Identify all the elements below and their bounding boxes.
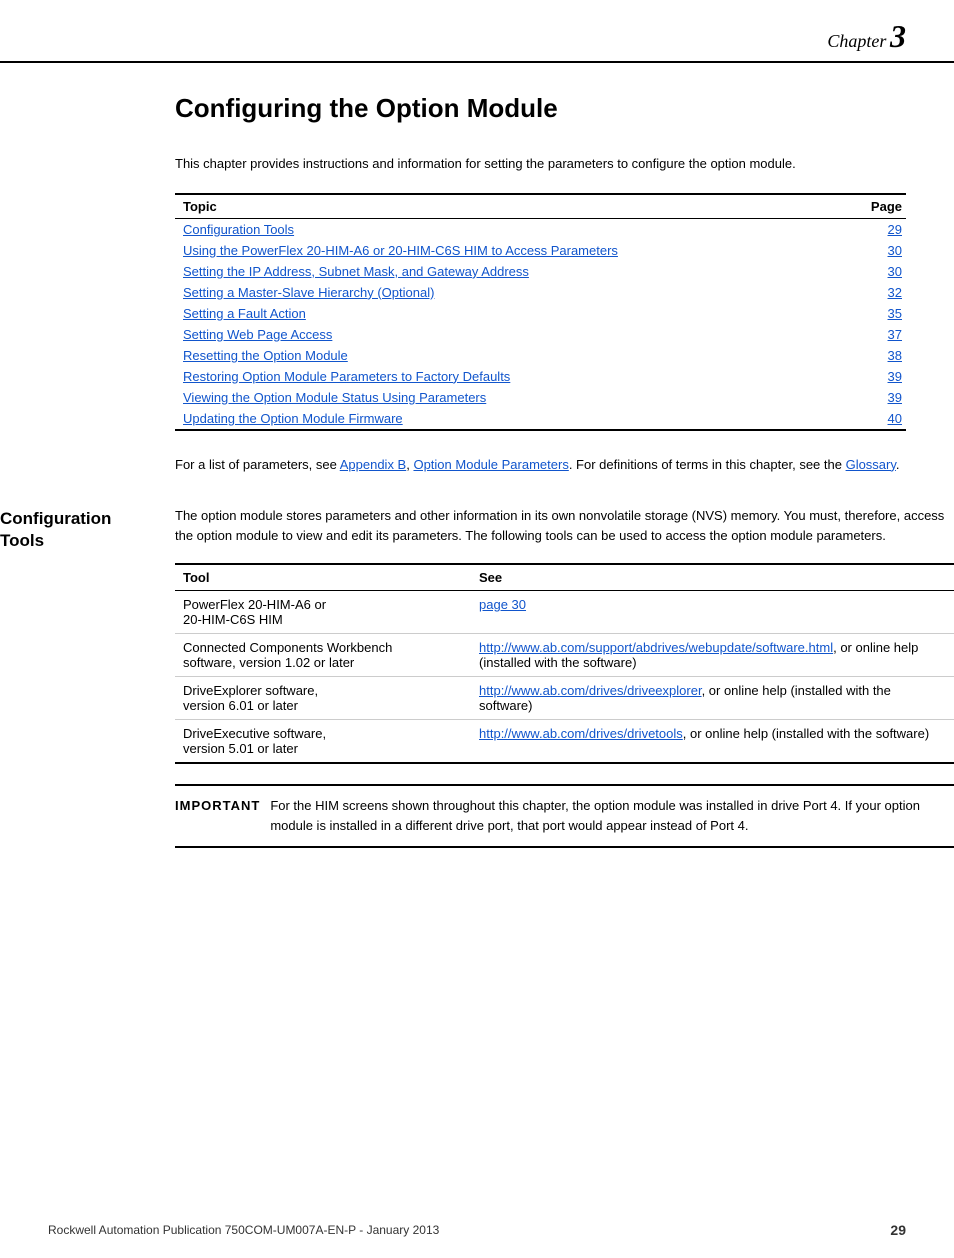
see-cell: http://www.ab.com/support/abdrives/webup…: [471, 634, 954, 677]
tool-row: DriveExecutive software, version 5.01 or…: [175, 720, 954, 764]
option-module-params-link[interactable]: Option Module Parameters: [413, 457, 568, 472]
toc-row: Configuration Tools 29: [175, 218, 906, 240]
toc-link[interactable]: Setting the IP Address, Subnet Mask, and…: [183, 264, 529, 279]
intro-text: This chapter provides instructions and i…: [175, 154, 906, 175]
toc-row: Setting a Master-Slave Hierarchy (Option…: [175, 282, 906, 303]
toc-page-link[interactable]: 38: [888, 348, 902, 363]
page-container: Chapter 3 Configuring the Option Module …: [0, 0, 954, 1258]
toc-page-link[interactable]: 29: [888, 222, 902, 237]
page-footer: Rockwell Automation Publication 750COM-U…: [0, 1222, 954, 1238]
see-col-header: See: [471, 564, 954, 591]
toc-page-cell: 39: [842, 387, 906, 408]
see-link[interactable]: page 30: [479, 597, 526, 612]
tool-row: DriveExplorer software, version 6.01 or …: [175, 677, 954, 720]
toc-link[interactable]: Viewing the Option Module Status Using P…: [183, 390, 486, 405]
toc-row: Setting a Fault Action 35: [175, 303, 906, 324]
toc-page-cell: 40: [842, 408, 906, 430]
config-tools-sidebar: Configuration Tools: [0, 506, 175, 849]
toc-page-link[interactable]: 35: [888, 306, 902, 321]
toc-row: Setting the IP Address, Subnet Mask, and…: [175, 261, 906, 282]
toc-topic-cell: Setting a Fault Action: [175, 303, 842, 324]
toc-topic-cell: Setting a Master-Slave Hierarchy (Option…: [175, 282, 842, 303]
see-cell: http://www.ab.com/drives/drivetools, or …: [471, 720, 954, 764]
content-area: Configuring the Option Module This chapt…: [175, 63, 906, 476]
toc-topic-cell: Updating the Option Module Firmware: [175, 408, 842, 430]
toc-topic-cell: Restoring Option Module Parameters to Fa…: [175, 366, 842, 387]
toc-row: Using the PowerFlex 20-HIM-A6 or 20-HIM-…: [175, 240, 906, 261]
toc-row: Resetting the Option Module 38: [175, 345, 906, 366]
toc-page-link[interactable]: 32: [888, 285, 902, 300]
toc-topic-cell: Using the PowerFlex 20-HIM-A6 or 20-HIM-…: [175, 240, 842, 261]
chapter-header: Chapter 3: [0, 0, 954, 63]
main-wrapper: Configuring the Option Module This chapt…: [0, 63, 954, 1258]
toc-page-link[interactable]: 37: [888, 327, 902, 342]
toc-table: Topic Page Configuration Tools 29 Using th…: [175, 193, 906, 431]
toc-link[interactable]: Resetting the Option Module: [183, 348, 348, 363]
important-text: For the HIM screens shown throughout thi…: [270, 796, 954, 836]
config-tools-content: The option module stores parameters and …: [175, 506, 954, 849]
tool-col-header: Tool: [175, 564, 471, 591]
see-link[interactable]: http://www.ab.com/drives/drivetools: [479, 726, 683, 741]
important-label: IMPORTANT: [175, 796, 270, 836]
toc-link[interactable]: Setting a Master-Slave Hierarchy (Option…: [183, 285, 434, 300]
appendix-note: For a list of parameters, see Appendix B…: [175, 455, 906, 476]
toc-link[interactable]: Updating the Option Module Firmware: [183, 411, 403, 426]
see-link[interactable]: http://www.ab.com/support/abdrives/webup…: [479, 640, 833, 655]
tool-cell: DriveExplorer software, version 6.01 or …: [175, 677, 471, 720]
toc-page-cell: 35: [842, 303, 906, 324]
glossary-link[interactable]: Glossary: [846, 457, 896, 472]
see-cell: http://www.ab.com/drives/driveexplorer, …: [471, 677, 954, 720]
tool-row: PowerFlex 20-HIM-A6 or 20-HIM-C6S HIM pag…: [175, 591, 954, 634]
toc-col-page: Page: [842, 194, 906, 219]
toc-topic-cell: Viewing the Option Module Status Using P…: [175, 387, 842, 408]
toc-link[interactable]: Restoring Option Module Parameters to Fa…: [183, 369, 510, 384]
toc-topic-cell: Configuration Tools: [175, 218, 842, 240]
toc-page-link[interactable]: 39: [888, 369, 902, 384]
toc-row: Viewing the Option Module Status Using P…: [175, 387, 906, 408]
tool-row: Connected Components Workbench software,…: [175, 634, 954, 677]
toc-page-cell: 29: [842, 218, 906, 240]
config-tools-title: Configuration Tools: [0, 508, 155, 552]
toc-page-link[interactable]: 39: [888, 390, 902, 405]
tool-cell: DriveExecutive software, version 5.01 or…: [175, 720, 471, 764]
toc-link[interactable]: Setting a Fault Action: [183, 306, 306, 321]
see-link[interactable]: http://www.ab.com/drives/driveexplorer: [479, 683, 702, 698]
important-box: IMPORTANT For the HIM screens shown thro…: [175, 784, 954, 848]
page-title: Configuring the Option Module: [175, 93, 906, 124]
footer-page-number: 29: [890, 1222, 906, 1238]
toc-page-cell: 38: [842, 345, 906, 366]
config-tools-section: Configuration Tools The option module st…: [0, 506, 954, 849]
chapter-label: Chapter: [827, 31, 886, 51]
appendix-b-link[interactable]: Appendix B: [340, 457, 407, 472]
see-cell: page 30: [471, 591, 954, 634]
toc-row: Setting Web Page Access 37: [175, 324, 906, 345]
toc-row: Restoring Option Module Parameters to Fa…: [175, 366, 906, 387]
toc-page-cell: 32: [842, 282, 906, 303]
toc-page-link[interactable]: 30: [888, 243, 902, 258]
tool-table: Tool See PowerFlex 20-HIM-A6 or 20-HIM-C…: [175, 563, 954, 764]
toc-topic-cell: Resetting the Option Module: [175, 345, 842, 366]
toc-topic-cell: Setting the IP Address, Subnet Mask, and…: [175, 261, 842, 282]
toc-page-link[interactable]: 30: [888, 264, 902, 279]
toc-link[interactable]: Setting Web Page Access: [183, 327, 332, 342]
tool-cell: Connected Components Workbench software,…: [175, 634, 471, 677]
chapter-number: 3: [890, 18, 906, 54]
toc-link[interactable]: Configuration Tools: [183, 222, 294, 237]
toc-page-cell: 30: [842, 261, 906, 282]
toc-page-cell: 39: [842, 366, 906, 387]
config-tools-intro: The option module stores parameters and …: [175, 506, 954, 548]
toc-page-link[interactable]: 40: [888, 411, 902, 426]
tool-cell: PowerFlex 20-HIM-A6 or 20-HIM-C6S HIM: [175, 591, 471, 634]
toc-row: Updating the Option Module Firmware 40: [175, 408, 906, 430]
toc-link[interactable]: Using the PowerFlex 20-HIM-A6 or 20-HIM-…: [183, 243, 618, 258]
toc-topic-cell: Setting Web Page Access: [175, 324, 842, 345]
toc-col-topic: Topic: [175, 194, 842, 219]
toc-page-cell: 37: [842, 324, 906, 345]
toc-page-cell: 30: [842, 240, 906, 261]
